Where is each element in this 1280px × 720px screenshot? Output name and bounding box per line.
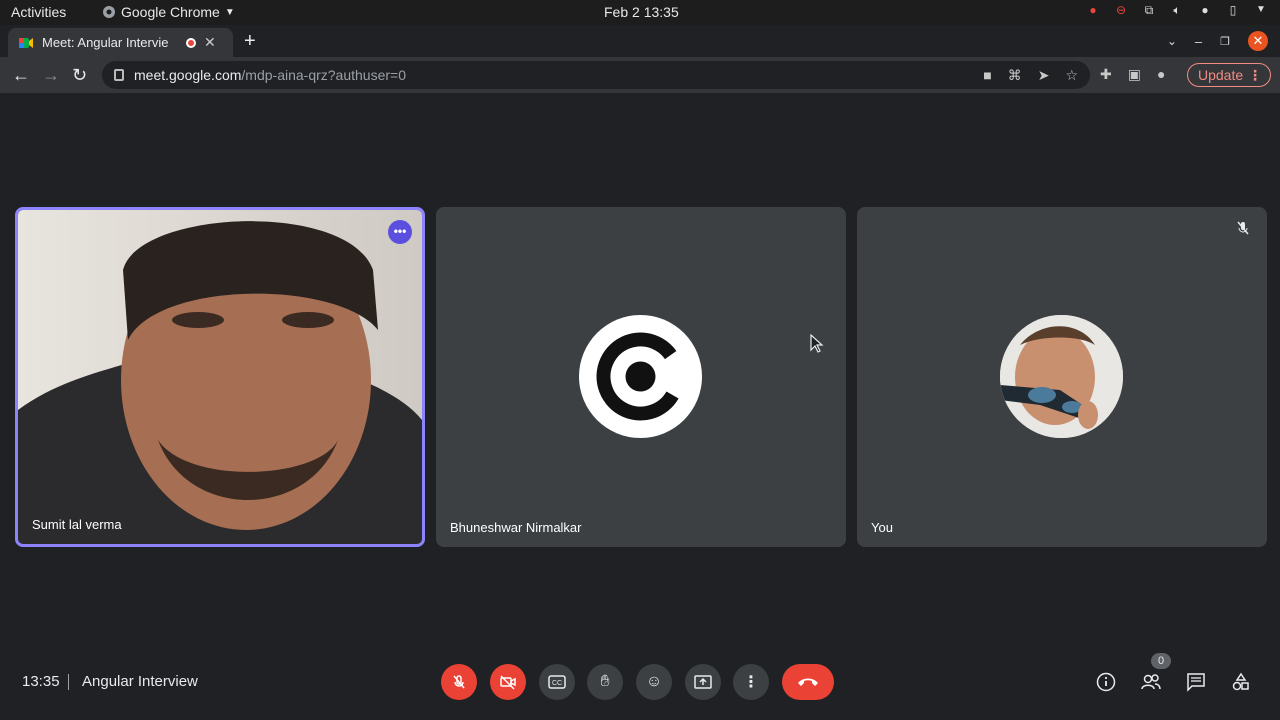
mic-toggle-button[interactable] [441,664,477,700]
app-menu[interactable]: Google Chrome ▼ [102,4,235,20]
tab-strip: Meet: Angular Intervie ✕ + ⌄ – ❐ ✕ [0,25,1280,57]
do-not-disturb-icon: ⊖ [1115,3,1127,17]
bookmark-star-icon[interactable]: ☆ [1065,67,1078,84]
lock-icon [114,69,124,81]
more-options-button[interactable]: ⋮ [733,664,769,700]
divider [68,674,69,690]
camera-toggle-button[interactable] [490,664,526,700]
back-button[interactable]: ← [12,65,30,85]
participant-name: Sumit lal verma [32,517,122,532]
people-icon[interactable] [1140,672,1162,694]
mic-off-icon [1233,221,1253,241]
participant-options-icon[interactable]: ••• [388,220,412,244]
avatar-logo-icon [596,332,685,421]
os-top-bar: Activities Google Chrome ▼ Feb 2 13:35 ●… [0,0,1280,25]
meet-stage: ••• Sumit lal verma Bhuneshwar Nirmalkar [0,93,1280,720]
camera-off-icon [500,675,516,690]
participant-tile-self[interactable]: You [857,207,1267,547]
update-button[interactable]: Update ⋮ [1187,63,1271,87]
address-bar[interactable]: meet.google.com/mdp-aina-qrz?authuser=0 … [102,61,1090,89]
omnibox-icons: ■ ⌘ ➤ ☆ [983,67,1078,84]
microphone-icon: ● [1201,3,1209,17]
participant-video [18,210,422,544]
tab-title: Meet: Angular Intervie [42,35,169,50]
profile-avatar-icon[interactable]: ● [1157,66,1165,83]
chevron-down-icon: ▼ [224,6,235,18]
participant-avatar [1000,315,1123,438]
participant-name: You [871,520,893,535]
close-tab-icon[interactable]: ✕ [204,34,216,51]
participant-name: Bhuneshwar Nirmalkar [450,520,582,535]
raise-hand-button[interactable]: ✋︎ [587,664,623,700]
chevron-down-icon: ▼ [1256,4,1266,15]
send-icon[interactable]: ➤ [1038,67,1050,84]
chat-icon[interactable] [1185,672,1207,694]
meeting-time: 13:35 [22,673,60,690]
mouse-cursor-icon [810,334,824,353]
translate-icon[interactable]: ⌘ [1008,67,1022,84]
meeting-info-icon[interactable] [1095,672,1117,694]
app-name: Google Chrome [121,4,220,20]
new-tab-button[interactable]: + [244,31,256,51]
url-host: meet.google.com [134,67,242,83]
hang-up-icon [798,678,818,686]
emoji-icon: ☺ [645,673,663,690]
system-tray[interactable]: ● ⊖ ⧉ 🔈︎ ● ▯ ▼ [1086,3,1268,17]
reactions-button[interactable]: ☺ [636,664,672,700]
update-label: Update [1198,67,1244,83]
closed-captions-icon: CC [548,675,566,689]
extensions-puzzle-icon[interactable]: ✚ [1100,66,1112,83]
meeting-controls-bar: 13:35 Angular Interview CC ✋︎ ☺ ⋮ 0 [0,640,1280,720]
close-window-button[interactable]: ✕ [1248,31,1268,51]
leave-call-button[interactable] [782,664,834,700]
meeting-title: Angular Interview [82,673,198,690]
tab-meet[interactable]: Meet: Angular Intervie ✕ [8,28,233,57]
more-menu-icon[interactable]: ⋮ [1248,67,1262,84]
window-controls: ⌄ – ❐ ✕ [1167,31,1268,51]
activities-shapes-icon[interactable] [1230,672,1252,694]
minimize-button[interactable]: – [1195,34,1202,49]
mic-off-icon [453,675,465,689]
recording-dot-icon [186,37,196,48]
url-path: /mdp-aina-qrz?authuser=0 [241,67,407,83]
chrome-icon [103,6,115,18]
browser-toolbar: ← → ↻ meet.google.com/mdp-aina-qrz?authu… [0,57,1280,93]
self-photo [1000,315,1123,438]
people-count-badge: 0 [1151,653,1171,669]
system-clock[interactable]: Feb 2 13:35 [604,4,679,20]
record-indicator-icon: ● [1089,3,1097,17]
participant-tile-sumit[interactable]: ••• Sumit lal verma [15,207,425,547]
maximize-button[interactable]: ❐ [1220,35,1230,48]
participant-tile-bhuneshwar[interactable]: Bhuneshwar Nirmalkar [436,207,846,547]
camera-in-use-icon[interactable]: ■ [983,67,991,84]
present-screen-icon [694,675,712,689]
svg-text:CC: CC [552,680,562,687]
more-vert-icon: ⋮ [743,674,759,691]
captions-button[interactable]: CC [539,664,575,700]
meet-favicon-icon [19,37,33,48]
network-icon: ⧉ [1144,3,1154,17]
participant-avatar [579,315,702,438]
raise-hand-icon: ✋︎ [600,673,610,690]
tab-search-chevron-icon[interactable]: ⌄ [1167,34,1177,48]
volume-icon: 🔈︎ [1173,3,1181,17]
reload-button[interactable]: ↻ [72,65,87,85]
activities-button[interactable]: Activities [11,4,66,20]
extension-icons: ✚ ▣ ● [1100,66,1165,83]
present-screen-button[interactable] [685,664,721,700]
battery-icon: ▯ [1229,3,1237,17]
side-panel-icon[interactable]: ▣ [1128,66,1141,83]
forward-button[interactable]: → [42,65,60,85]
